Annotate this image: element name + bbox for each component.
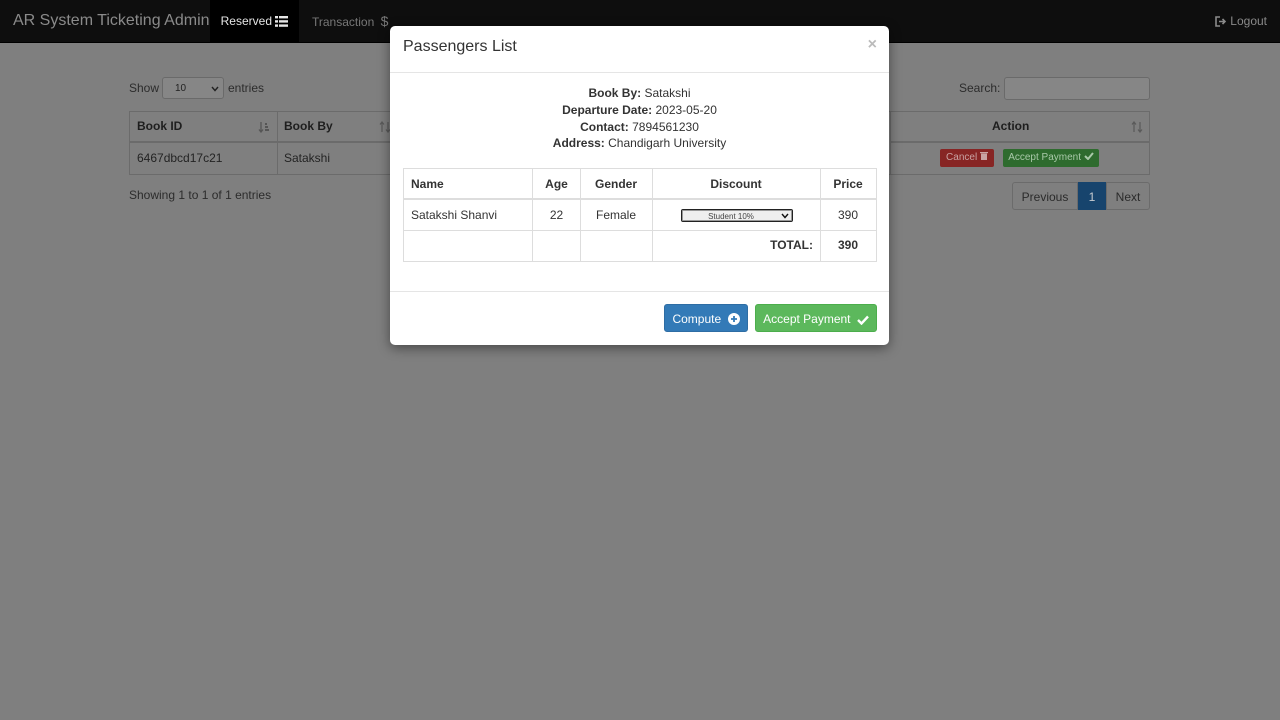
col-discount: Discount — [710, 177, 762, 191]
book-by-value: Satakshi — [644, 86, 691, 100]
col-price: Price — [833, 177, 863, 191]
pager-previous[interactable]: Previous — [1012, 182, 1078, 210]
info-contact: Contact: 7894561230 — [390, 120, 889, 134]
plus-circle-icon — [727, 313, 740, 325]
chevron-down-icon — [781, 213, 789, 219]
pager-page-1[interactable]: 1 — [1078, 182, 1106, 210]
passengers-table: Name Age Gender Discount Price Satakshi … — [403, 168, 877, 262]
logout-icon — [1215, 16, 1227, 27]
contact-value: 7894561230 — [632, 120, 699, 134]
departure-label: Departure Date: — [562, 103, 653, 117]
table-info: Showing 1 to 1 of 1 entries — [129, 188, 272, 202]
address-value: Chandigarh University — [608, 136, 727, 150]
close-icon[interactable]: × — [868, 36, 877, 54]
sort-asc-icon — [258, 122, 269, 133]
dollar-icon: $ — [380, 13, 389, 29]
address-label: Address: — [552, 136, 605, 150]
accept-payment-label: Accept Payment — [1008, 152, 1082, 163]
departure-value: 2023-05-20 — [655, 103, 717, 117]
search-input[interactable] — [1004, 77, 1150, 100]
col-book-id-label: Book ID — [137, 119, 183, 133]
cancel-button-label: Cancel — [946, 152, 978, 163]
pager-next[interactable]: Next — [1106, 182, 1150, 210]
col-book-by-label: Book By — [284, 119, 333, 133]
chevron-down-icon — [211, 86, 219, 92]
list-icon — [275, 16, 289, 27]
brand-title[interactable]: AR System Ticketing Admin — [13, 0, 210, 42]
page-size-select[interactable]: 10 — [162, 77, 224, 99]
info-book-by: Book By: Satakshi — [390, 86, 889, 100]
passenger-price: 390 — [837, 208, 859, 222]
cell-book-id: 6467dbcd17c21 — [137, 151, 223, 165]
check-icon — [857, 315, 869, 326]
sort-icon — [1131, 121, 1143, 133]
passenger-gender: Female — [595, 208, 636, 222]
col-book-by[interactable]: Book By — [277, 112, 397, 143]
nav-logout[interactable]: Logout — [1215, 0, 1267, 42]
total-value: 390 — [837, 238, 859, 252]
book-by-label: Book By: — [588, 86, 642, 100]
nav-transaction[interactable]: Transaction $ — [312, 0, 388, 42]
page-size-value: 10 — [175, 83, 187, 94]
compute-button[interactable]: Compute — [664, 304, 748, 332]
modal-divider — [390, 72, 889, 73]
col-action[interactable]: Action — [890, 112, 1149, 143]
show-label: Show — [129, 81, 160, 95]
col-action-label: Action — [992, 119, 1030, 133]
accept-payment-modal-button[interactable]: Accept Payment — [755, 304, 877, 332]
info-address: Address: Chandigarh University — [390, 136, 889, 150]
col-book-id[interactable]: Book ID — [130, 112, 277, 143]
col-name: Name — [411, 177, 444, 191]
passenger-name: Satakshi Shanvi — [411, 208, 498, 222]
column-divider — [277, 112, 278, 174]
trash-icon — [979, 152, 988, 160]
accept-payment-button[interactable]: Accept Payment — [1003, 149, 1099, 167]
check-icon — [1084, 152, 1094, 161]
nav-reserved[interactable]: Reserved — [210, 0, 299, 42]
passengers-modal: Passengers List × Book By: Satakshi Depa… — [390, 26, 889, 345]
search-label: Search: — [959, 81, 1001, 95]
modal-divider — [390, 291, 889, 292]
modal-title: Passengers List — [403, 38, 517, 55]
discount-value: Student 10% — [708, 212, 754, 221]
cancel-button[interactable]: Cancel — [940, 149, 994, 167]
discount-select[interactable]: Student 10% — [681, 209, 793, 222]
nav-reserved-label: Reserved — [220, 14, 272, 28]
nav-logout-label: Logout — [1230, 14, 1267, 28]
contact-label: Contact: — [580, 120, 629, 134]
col-gender: Gender — [594, 177, 637, 191]
accept-payment-modal-label: Accept Payment — [763, 312, 851, 326]
col-age: Age — [545, 177, 568, 191]
total-label: TOTAL: — [770, 238, 813, 252]
compute-button-label: Compute — [672, 312, 722, 326]
entries-label: entries — [228, 81, 265, 95]
passenger-age: 22 — [549, 208, 564, 222]
info-departure: Departure Date: 2023-05-20 — [390, 103, 889, 117]
column-divider — [890, 112, 891, 174]
nav-transaction-label: Transaction — [312, 15, 375, 29]
cell-book-by: Satakshi — [284, 151, 331, 165]
